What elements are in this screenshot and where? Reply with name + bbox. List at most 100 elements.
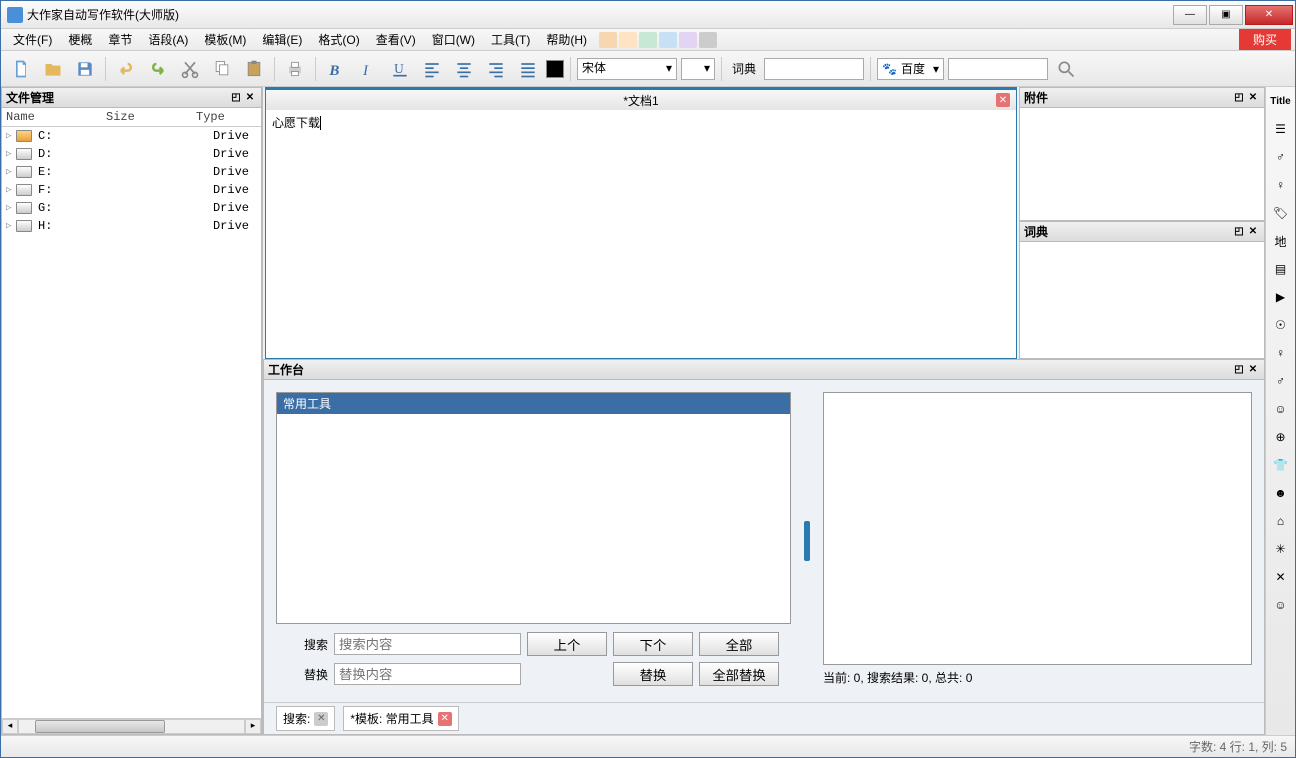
cross-icon[interactable]: ✕ (1269, 565, 1293, 589)
italic-icon[interactable]: I (354, 55, 382, 83)
drive-row[interactable]: ▷D:Drive (2, 145, 261, 163)
editor-body[interactable]: 心愿下载 (266, 110, 1016, 358)
font-size-select[interactable] (681, 58, 715, 80)
underline-icon[interactable]: U (386, 55, 414, 83)
align-right-icon[interactable] (482, 55, 510, 83)
document-tab[interactable]: *文档1 ✕ (266, 90, 1016, 110)
swatch[interactable] (679, 32, 697, 48)
open-folder-icon[interactable] (39, 55, 67, 83)
search-label: 搜索 (288, 636, 328, 653)
drive-row[interactable]: ▷H:Drive (2, 217, 261, 235)
replace-input[interactable] (334, 663, 521, 685)
face-icon[interactable]: ☻ (1269, 481, 1293, 505)
close-button[interactable]: ✕ (1245, 5, 1293, 25)
menu-help[interactable]: 帮助(H) (538, 29, 595, 50)
menu-file[interactable]: 文件(F) (5, 29, 60, 50)
tag-icon[interactable]: 🏷 (1269, 201, 1293, 225)
drive-row[interactable]: ▷G:Drive (2, 199, 261, 217)
drive-row[interactable]: ▷F:Drive (2, 181, 261, 199)
swatch[interactable] (639, 32, 657, 48)
web-search-input[interactable] (948, 58, 1048, 80)
workspace-header: 工作台 ◰ ✕ (264, 360, 1264, 380)
align-left-icon[interactable] (418, 55, 446, 83)
menu-phrase[interactable]: 语段(A) (140, 29, 196, 50)
panel-float-icon[interactable]: ◰ (1232, 91, 1246, 105)
search-input[interactable] (334, 633, 521, 655)
print-icon[interactable] (281, 55, 309, 83)
splitter[interactable] (803, 392, 811, 690)
align-justify-icon[interactable] (514, 55, 542, 83)
next-button[interactable]: 下个 (613, 632, 693, 656)
swatch[interactable] (699, 32, 717, 48)
swatch[interactable] (659, 32, 677, 48)
bold-icon[interactable]: B (322, 55, 350, 83)
font-family-select[interactable]: 宋体 (577, 58, 677, 80)
mars-icon[interactable]: ♂ (1269, 369, 1293, 393)
person-icon[interactable]: ☺ (1269, 397, 1293, 421)
save-icon[interactable] (71, 55, 99, 83)
paste-icon[interactable] (240, 55, 268, 83)
paw-icon: 🐾 (882, 62, 897, 76)
window-title: 大作家自动写作软件(大师版) (27, 6, 1173, 23)
h-scrollbar[interactable]: ◂▸ (2, 718, 261, 734)
minimize-button[interactable]: — (1173, 5, 1207, 25)
side-title-label[interactable]: Title (1269, 89, 1293, 113)
play-icon[interactable]: ▶ (1269, 285, 1293, 309)
idea-icon[interactable]: ☉ (1269, 313, 1293, 337)
male-icon[interactable]: ♂ (1269, 145, 1293, 169)
wheel-icon[interactable]: ✳ (1269, 537, 1293, 561)
prev-button[interactable]: 上个 (527, 632, 607, 656)
menu-template[interactable]: 模板(M) (196, 29, 254, 50)
menu-view[interactable]: 查看(V) (368, 29, 424, 50)
menu-tool[interactable]: 工具(T) (483, 29, 538, 50)
article-icon[interactable]: ▤ (1269, 257, 1293, 281)
venus-icon[interactable]: ♀ (1269, 341, 1293, 365)
panel-float-icon[interactable]: ◰ (1232, 363, 1246, 377)
font-color-swatch[interactable] (546, 60, 564, 78)
file-columns: Name Size Type (2, 108, 261, 127)
cut-icon[interactable] (176, 55, 204, 83)
all-button[interactable]: 全部 (699, 632, 779, 656)
menu-window[interactable]: 窗口(W) (424, 29, 483, 50)
hamburger-icon[interactable]: ☰ (1269, 117, 1293, 141)
shirt-icon[interactable]: 👕 (1269, 453, 1293, 477)
search-engine-select[interactable]: 🐾百度 (877, 58, 944, 80)
panel-close-icon[interactable]: ✕ (1246, 225, 1260, 239)
redo-icon[interactable] (144, 55, 172, 83)
panel-float-icon[interactable]: ◰ (1232, 225, 1246, 239)
copy-icon[interactable] (208, 55, 236, 83)
maximize-button[interactable]: ▣ (1209, 5, 1243, 25)
swatch[interactable] (599, 32, 617, 48)
undo-icon[interactable] (112, 55, 140, 83)
new-file-icon[interactable] (7, 55, 35, 83)
side-toolbar: Title ☰ ♂ ♀ 🏷 地 ▤ ▶ ☉ ♀ ♂ ☺ ⊕ 👕 ☻ ⌂ ✳ ✕ … (1265, 87, 1295, 735)
swatch[interactable] (619, 32, 637, 48)
panel-float-icon[interactable]: ◰ (229, 91, 243, 105)
replace-button[interactable]: 替换 (613, 662, 693, 686)
align-center-icon[interactable] (450, 55, 478, 83)
building-icon[interactable]: ⌂ (1269, 509, 1293, 533)
document-close-icon[interactable]: ✕ (996, 93, 1010, 107)
panel-close-icon[interactable]: ✕ (243, 91, 257, 105)
close-icon[interactable]: ✕ (438, 712, 452, 726)
panel-close-icon[interactable]: ✕ (1246, 91, 1260, 105)
drive-row[interactable]: ▷C:Drive (2, 127, 261, 145)
globe-icon[interactable]: ⊕ (1269, 425, 1293, 449)
workspace-tab[interactable]: 常用工具 (277, 393, 790, 414)
panel-close-icon[interactable]: ✕ (1246, 363, 1260, 377)
menu-format[interactable]: 格式(O) (310, 29, 367, 50)
close-icon[interactable]: ✕ (314, 712, 328, 726)
dict-input[interactable] (764, 58, 864, 80)
search-icon[interactable] (1052, 55, 1080, 83)
location-icon[interactable]: 地 (1269, 229, 1293, 253)
menu-outline[interactable]: 梗概 (60, 29, 100, 50)
buy-button[interactable]: 购买 (1239, 29, 1291, 50)
drive-row[interactable]: ▷E:Drive (2, 163, 261, 181)
replace-all-button[interactable]: 全部替换 (699, 662, 779, 686)
menu-chapter[interactable]: 章节 (100, 29, 140, 50)
female-icon[interactable]: ♀ (1269, 173, 1293, 197)
menu-edit[interactable]: 编辑(E) (254, 29, 310, 50)
bottom-search-tab[interactable]: 搜索: ✕ (276, 706, 335, 731)
emoji-icon[interactable]: ☺ (1269, 593, 1293, 617)
bottom-template-tab[interactable]: *模板: 常用工具 ✕ (343, 706, 458, 731)
